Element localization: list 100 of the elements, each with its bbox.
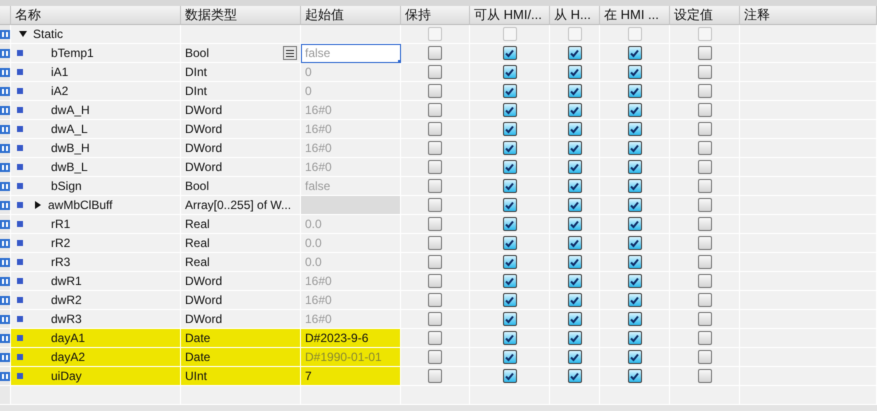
checkbox[interactable] xyxy=(428,46,442,60)
checkbox[interactable] xyxy=(628,217,642,231)
checkbox[interactable] xyxy=(502,141,516,155)
checkbox[interactable] xyxy=(698,84,712,98)
checkbox[interactable] xyxy=(698,312,712,326)
checkbox[interactable] xyxy=(502,198,516,212)
checkbox[interactable] xyxy=(628,331,642,345)
checkbox[interactable] xyxy=(698,46,712,60)
checkbox[interactable] xyxy=(428,312,442,326)
checkbox[interactable] xyxy=(502,65,516,79)
checkbox[interactable] xyxy=(568,236,582,250)
column-header[interactable]: 设定值 xyxy=(670,6,740,25)
checkbox[interactable] xyxy=(428,84,442,98)
checkbox[interactable] xyxy=(628,369,642,383)
checkbox[interactable] xyxy=(698,369,712,383)
checkbox[interactable] xyxy=(502,369,516,383)
checkbox[interactable] xyxy=(628,103,642,117)
checkbox[interactable] xyxy=(568,274,582,288)
checkbox[interactable] xyxy=(428,122,442,136)
checkbox[interactable] xyxy=(428,255,442,269)
column-header[interactable]: 在 HMI ... xyxy=(600,6,670,25)
expand-arrow-icon[interactable] xyxy=(34,201,42,209)
checkbox[interactable] xyxy=(698,122,712,136)
checkbox[interactable] xyxy=(502,255,516,269)
checkbox[interactable] xyxy=(502,217,516,231)
checkbox[interactable] xyxy=(628,122,642,136)
checkbox[interactable] xyxy=(568,122,582,136)
checkbox[interactable] xyxy=(502,274,516,288)
checkbox[interactable] xyxy=(628,160,642,174)
checkbox[interactable] xyxy=(568,160,582,174)
checkbox[interactable] xyxy=(428,103,442,117)
checkbox[interactable] xyxy=(628,141,642,155)
checkbox[interactable] xyxy=(628,312,642,326)
checkbox[interactable] xyxy=(568,103,582,117)
checkbox[interactable] xyxy=(568,331,582,345)
list-icon[interactable] xyxy=(283,46,297,60)
column-header[interactable]: 保持 xyxy=(401,6,470,25)
checkbox[interactable] xyxy=(502,84,516,98)
checkbox[interactable] xyxy=(568,46,582,60)
checkbox[interactable] xyxy=(428,350,442,364)
checkbox[interactable] xyxy=(568,179,582,193)
checkbox[interactable] xyxy=(628,84,642,98)
checkbox[interactable] xyxy=(428,274,442,288)
checkbox[interactable] xyxy=(628,46,642,60)
checkbox[interactable] xyxy=(628,65,642,79)
checkbox[interactable] xyxy=(698,160,712,174)
checkbox[interactable] xyxy=(428,65,442,79)
checkbox[interactable] xyxy=(502,122,516,136)
checkbox[interactable] xyxy=(568,312,582,326)
checkbox[interactable] xyxy=(698,350,712,364)
checkbox[interactable] xyxy=(628,293,642,307)
checkbox[interactable] xyxy=(568,84,582,98)
checkbox[interactable] xyxy=(568,369,582,383)
checkbox[interactable] xyxy=(628,236,642,250)
checkbox[interactable] xyxy=(428,331,442,345)
checkbox[interactable] xyxy=(428,160,442,174)
checkbox[interactable] xyxy=(628,274,642,288)
checkbox[interactable] xyxy=(428,369,442,383)
checkbox[interactable] xyxy=(698,141,712,155)
column-header[interactable]: 注释 xyxy=(740,6,877,25)
checkbox[interactable] xyxy=(502,350,516,364)
column-header[interactable]: 可从 HMI/... xyxy=(470,6,550,25)
checkbox[interactable] xyxy=(628,255,642,269)
column-header[interactable]: 从 H... xyxy=(550,6,600,25)
checkbox[interactable] xyxy=(502,179,516,193)
column-header[interactable]: 数据类型 xyxy=(181,6,301,25)
checkbox[interactable] xyxy=(502,293,516,307)
checkbox[interactable] xyxy=(568,293,582,307)
checkbox[interactable] xyxy=(502,236,516,250)
checkbox[interactable] xyxy=(698,217,712,231)
checkbox[interactable] xyxy=(428,179,442,193)
column-header[interactable]: 起始值 xyxy=(301,6,401,25)
checkbox[interactable] xyxy=(502,331,516,345)
checkbox[interactable] xyxy=(568,65,582,79)
checkbox[interactable] xyxy=(698,65,712,79)
checkbox[interactable] xyxy=(698,293,712,307)
column-header[interactable]: 名称 xyxy=(11,6,181,25)
checkbox[interactable] xyxy=(698,179,712,193)
checkbox[interactable] xyxy=(698,255,712,269)
checkbox[interactable] xyxy=(568,350,582,364)
checkbox[interactable] xyxy=(428,141,442,155)
checkbox[interactable] xyxy=(698,331,712,345)
checkbox[interactable] xyxy=(568,217,582,231)
checkbox[interactable] xyxy=(428,293,442,307)
checkbox[interactable] xyxy=(628,350,642,364)
checkbox[interactable] xyxy=(698,236,712,250)
checkbox[interactable] xyxy=(568,198,582,212)
checkbox[interactable] xyxy=(568,255,582,269)
checkbox[interactable] xyxy=(428,198,442,212)
checkbox[interactable] xyxy=(698,198,712,212)
checkbox[interactable] xyxy=(628,198,642,212)
checkbox[interactable] xyxy=(502,103,516,117)
checkbox[interactable] xyxy=(698,103,712,117)
checkbox[interactable] xyxy=(502,160,516,174)
checkbox[interactable] xyxy=(502,312,516,326)
checkbox[interactable] xyxy=(698,274,712,288)
checkbox[interactable] xyxy=(568,141,582,155)
checkbox[interactable] xyxy=(502,46,516,60)
checkbox[interactable] xyxy=(628,179,642,193)
checkbox[interactable] xyxy=(428,236,442,250)
